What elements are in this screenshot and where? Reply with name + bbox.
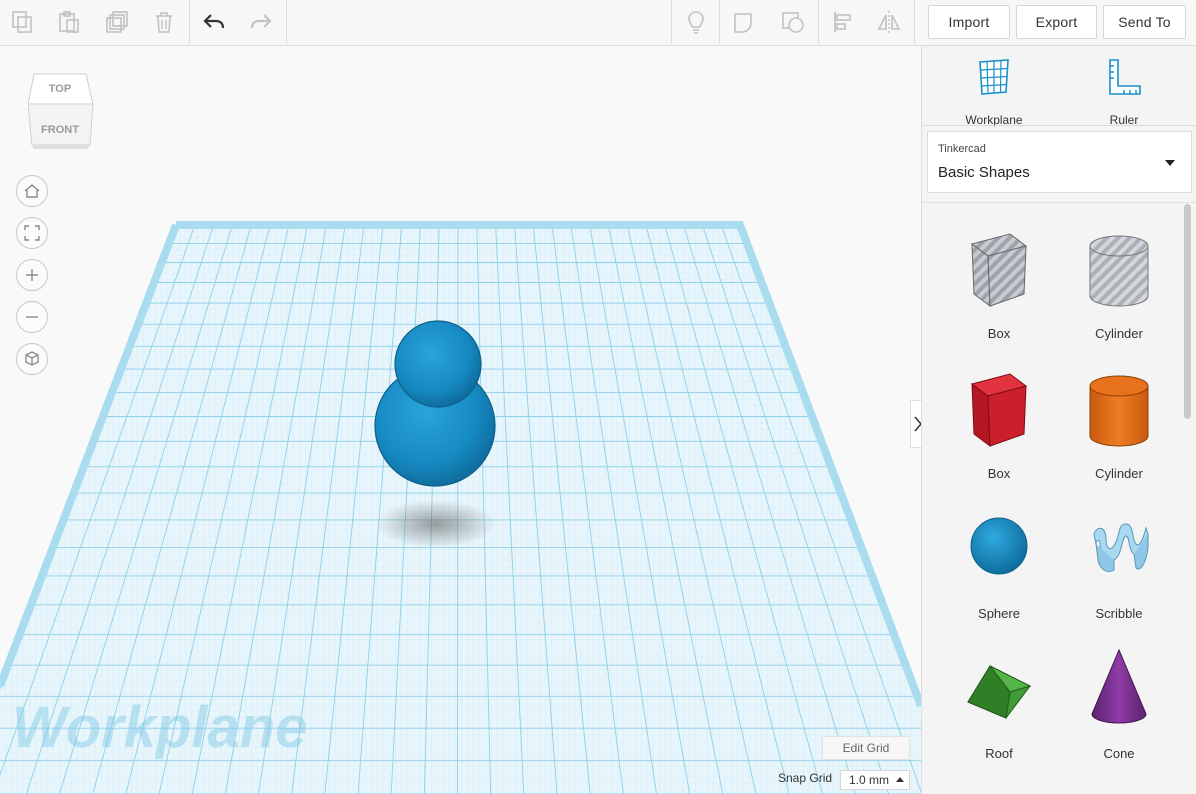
- shape-label: Roof: [985, 746, 1013, 761]
- undo-icon: [203, 14, 225, 29]
- fit-view-icon: [24, 225, 40, 241]
- shape-box[interactable]: Box: [944, 354, 1054, 484]
- perspective-button[interactable]: [16, 343, 48, 375]
- shape-label: Cylinder: [1095, 466, 1143, 481]
- shape-label: Cone: [1103, 746, 1135, 761]
- minus-icon: [26, 316, 38, 318]
- shape-box-hole[interactable]: Box: [944, 214, 1054, 344]
- cylinder-hole-icon: [1089, 235, 1149, 307]
- box-icon: [970, 373, 1028, 448]
- cylinder-icon: [1089, 375, 1149, 447]
- trash-icon: [156, 12, 172, 33]
- perspective-cube-icon: [25, 351, 39, 366]
- shapes-scrollbar[interactable]: [1184, 204, 1191, 419]
- align-button[interactable]: [820, 0, 866, 44]
- edit-grid-button[interactable]: Edit Grid: [822, 736, 910, 760]
- ruler-icon: [1109, 59, 1141, 95]
- shape-scribble[interactable]: Scribble: [1064, 494, 1174, 624]
- view-cube[interactable]: TOP FRONT: [28, 70, 96, 150]
- caret-down-icon: [1165, 160, 1175, 166]
- shape-cone[interactable]: Cone: [1064, 634, 1174, 764]
- box-hole-icon: [970, 233, 1028, 308]
- copy-icon: [12, 11, 32, 33]
- mirror-button[interactable]: [866, 0, 912, 44]
- paste-icon: [59, 11, 79, 33]
- export-button[interactable]: Export: [1016, 5, 1097, 39]
- workplane-watermark: Workplane: [12, 695, 308, 760]
- snap-grid-label: Snap Grid: [778, 771, 833, 785]
- roof-icon: [967, 665, 1032, 719]
- zoom-in-button[interactable]: [16, 259, 48, 291]
- lightbulb-icon: [688, 11, 704, 34]
- shape-cylinder[interactable]: Cylinder: [1064, 354, 1174, 484]
- workplane-icon: [979, 59, 1009, 95]
- home-view-button[interactable]: [16, 175, 48, 207]
- hole-shape-icon: [782, 12, 804, 33]
- snap-grid-select[interactable]: 1.0 mm: [840, 770, 910, 790]
- ruler-tool[interactable]: Ruler: [1074, 56, 1174, 127]
- fit-view-button[interactable]: [16, 217, 48, 249]
- small-sphere: [394, 320, 482, 408]
- duplicate-icon: [106, 11, 128, 33]
- redo-icon: [250, 14, 272, 29]
- solid-button[interactable]: [721, 0, 767, 44]
- paste-button[interactable]: [46, 0, 92, 44]
- mirror-icon: [877, 11, 901, 33]
- plus-icon: [26, 269, 38, 281]
- redo-button[interactable]: [238, 0, 284, 44]
- shape-sphere[interactable]: Sphere: [944, 494, 1054, 624]
- snap-grid-value: 1.0 mm: [849, 773, 890, 787]
- caret-up-icon: [896, 777, 905, 782]
- delete-button[interactable]: [141, 0, 187, 44]
- view-cube-front[interactable]: FRONT: [41, 124, 79, 136]
- toolbar: Import Export Send To: [0, 0, 1196, 46]
- align-icon: [834, 12, 851, 32]
- solid-shape-icon: [734, 13, 752, 33]
- shape-label: Box: [987, 466, 1011, 481]
- shape-cylinder-hole[interactable]: Cylinder: [1064, 214, 1174, 344]
- import-button[interactable]: Import: [928, 5, 1010, 39]
- shape-library-select[interactable]: Tinkercad Basic Shapes: [927, 131, 1192, 193]
- zoom-out-button[interactable]: [16, 301, 48, 333]
- cone-icon: [1091, 648, 1147, 724]
- show-all-button[interactable]: [673, 0, 719, 44]
- duplicate-button[interactable]: [94, 0, 140, 44]
- scribble-icon: [1093, 523, 1149, 573]
- shape-roof[interactable]: Roof: [944, 634, 1054, 764]
- library-category: Tinkercad: [938, 143, 986, 155]
- 3d-viewport[interactable]: TOP FRONT Workplane Edit Grid Snap Grid …: [0, 46, 921, 794]
- library-selected: Basic Shapes: [938, 164, 1030, 181]
- workplane-canvas[interactable]: [0, 46, 921, 794]
- workplane-tool[interactable]: Workplane: [944, 56, 1044, 127]
- undo-button[interactable]: [191, 0, 237, 44]
- shapes-panel: Workplane Ruler Tinkercad Basic Shapes B…: [921, 46, 1196, 794]
- send-to-button[interactable]: Send To: [1103, 5, 1186, 39]
- shape-label: Sphere: [978, 606, 1020, 621]
- view-cube-top[interactable]: TOP: [49, 83, 71, 95]
- copy-button[interactable]: [0, 0, 46, 44]
- hole-button[interactable]: [770, 0, 816, 44]
- home-icon: [24, 184, 40, 198]
- shape-label: Box: [987, 326, 1011, 341]
- shape-label: Scribble: [1095, 606, 1143, 621]
- sphere-icon: [970, 517, 1028, 575]
- shape-label: Cylinder: [1095, 326, 1143, 341]
